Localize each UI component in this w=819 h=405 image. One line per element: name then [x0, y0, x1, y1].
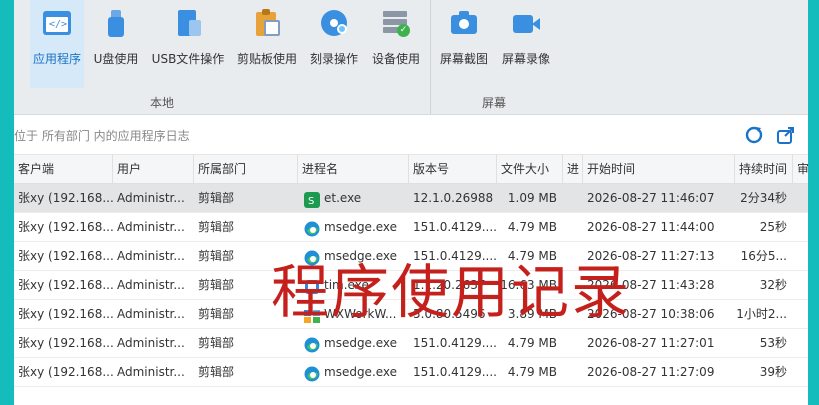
cell-client: 张xy (192.168....: [18, 220, 113, 234]
ribbon-button-usb-file[interactable]: USB文件操作: [148, 0, 228, 88]
cell-start-time: 2026-08-27 11:27:09: [587, 365, 715, 379]
refresh-icon[interactable]: [744, 125, 764, 145]
cell-department: 剪辑部: [198, 336, 235, 350]
table-row[interactable]: 张xy (192.168.... Administr... 剪辑部 msedge.ex…: [14, 329, 808, 358]
table-row[interactable]: 张xy (192.168.... Administr... 剪辑部 Set.exe 12…: [14, 184, 808, 213]
column-header-file-size[interactable]: 文件大小: [497, 155, 563, 184]
ribbon-button-label: 剪贴板使用: [236, 52, 297, 66]
process-name: msedge.exe: [324, 220, 398, 234]
column-header-department[interactable]: 所属部门: [194, 155, 298, 184]
cell-start-time: 2026-08-27 11:46:07: [587, 191, 715, 205]
column-header-truncated[interactable]: 进: [563, 155, 583, 184]
overlay-caption: 程序使用记录: [271, 258, 632, 326]
video-camera-icon: [511, 8, 541, 38]
cell-process: msedge.exe: [298, 329, 409, 358]
svg-text:S: S: [308, 196, 314, 207]
cell-duration: 16分5...: [740, 249, 787, 263]
ribbon-button-label: 屏幕截图: [439, 52, 488, 66]
column-header-process[interactable]: 进程名: [298, 155, 409, 184]
cell-department: 剪辑部: [198, 365, 235, 379]
ribbon-button-label: 屏幕录像: [501, 52, 550, 66]
cell-process: msedge.exe: [298, 213, 409, 242]
ribbon-button-clipboard[interactable]: 剪贴板使用: [234, 0, 300, 88]
cell-client: 张xy (192.168....: [18, 365, 113, 379]
cell-duration: 2分34秒: [740, 191, 787, 205]
ribbon-button-label: U盘使用: [93, 52, 139, 66]
disc-burn-icon: [319, 8, 349, 38]
process-name: msedge.exe: [324, 365, 398, 379]
column-header-user[interactable]: 用户: [113, 155, 194, 184]
group-label-local: 本地: [150, 96, 175, 110]
ribbon-button-label: 刻录操作: [309, 52, 358, 66]
cell-duration: 39秒: [759, 365, 787, 379]
cell-process: Set.exe: [298, 184, 409, 213]
cell-client: 张xy (192.168....: [18, 307, 113, 321]
clipboard-icon: [252, 8, 282, 38]
ribbon-toolbar: </> 应用程序 U盘使用 USB文件操作 剪贴板使用 刻录操作 ✓ 设备使用 …: [14, 0, 808, 115]
cell-user: Administr...: [117, 278, 185, 292]
group-separator: [430, 0, 431, 114]
cell-user: Administr...: [117, 365, 185, 379]
cell-file-size: 4.79 MB: [507, 365, 557, 379]
cell-file-size: 4.79 MB: [507, 220, 557, 234]
column-header-client[interactable]: 客户端: [14, 155, 113, 184]
cell-start-time: 2026-08-27 11:27:01: [587, 336, 715, 350]
group-label-screen: 屏幕: [482, 96, 507, 110]
ribbon-button-applications[interactable]: </> 应用程序: [30, 0, 84, 88]
cell-version: 12.1.0.26988: [413, 191, 494, 205]
app-window: </> 应用程序 U盘使用 USB文件操作 剪贴板使用 刻录操作 ✓ 设备使用 …: [14, 0, 808, 405]
ribbon-button-screenshot[interactable]: 屏幕截图: [438, 0, 490, 88]
column-header-version[interactable]: 版本号: [409, 155, 497, 184]
code-window-icon: </>: [42, 8, 72, 38]
cell-file-size: 4.79 MB: [507, 336, 557, 350]
cell-file-size: 1.09 MB: [507, 191, 557, 205]
cell-duration: 1小时2...: [736, 307, 787, 321]
breadcrumb: 位于 所有部门 内的应用程序日志: [14, 129, 190, 143]
ribbon-button-label: 应用程序: [32, 52, 81, 66]
ribbon-button-disc-burn[interactable]: 刻录操作: [306, 0, 362, 88]
ribbon-button-label: 设备使用: [371, 52, 420, 66]
column-header-start-time[interactable]: 开始时间: [583, 155, 735, 184]
cell-process: msedge.exe: [298, 358, 409, 387]
cell-user: Administr...: [117, 249, 185, 263]
process-name: msedge.exe: [324, 336, 398, 350]
process-name: et.exe: [324, 191, 362, 205]
edge-icon: [304, 219, 320, 237]
cell-user: Administr...: [117, 191, 185, 205]
wps-sheet-icon: S: [304, 190, 320, 208]
ribbon-button-screen-record[interactable]: 屏幕录像: [498, 0, 554, 88]
column-header-audit[interactable]: 审: [793, 155, 808, 184]
cell-version: 151.0.4129....: [413, 336, 497, 350]
cell-duration: 25秒: [759, 220, 787, 234]
cell-client: 张xy (192.168....: [18, 278, 113, 292]
edge-icon: [304, 364, 320, 382]
breadcrumb-bar: 位于 所有部门 内的应用程序日志: [14, 115, 808, 155]
column-header-duration[interactable]: 持续时间: [735, 155, 793, 184]
edge-icon: [304, 335, 320, 353]
device-check-icon: ✓: [381, 8, 411, 38]
export-icon[interactable]: [776, 125, 796, 145]
cell-user: Administr...: [117, 307, 185, 321]
cell-start-time: 2026-08-27 11:44:00: [587, 220, 715, 234]
cell-version: 151.0.4129....: [413, 220, 497, 234]
ribbon-button-device[interactable]: ✓ 设备使用: [368, 0, 424, 88]
camera-icon: [449, 8, 479, 38]
cell-duration: 53秒: [759, 336, 787, 350]
usb-drive-icon: [101, 8, 131, 38]
table-header: 客户端 用户 所属部门 进程名 版本号 文件大小 进 开始时间 持续时间 审: [14, 155, 808, 184]
cell-version: 151.0.4129....: [413, 365, 497, 379]
table-row[interactable]: 张xy (192.168.... Administr... 剪辑部 msedge.ex…: [14, 358, 808, 387]
usb-file-icon: [173, 8, 203, 38]
cell-user: Administr...: [117, 336, 185, 350]
cell-department: 剪辑部: [198, 220, 235, 234]
cell-client: 张xy (192.168....: [18, 191, 113, 205]
ribbon-button-usb-drive[interactable]: U盘使用: [90, 0, 142, 88]
cell-client: 张xy (192.168....: [18, 249, 113, 263]
cell-client: 张xy (192.168....: [18, 336, 113, 350]
cell-user: Administr...: [117, 220, 185, 234]
table-row[interactable]: 张xy (192.168.... Administr... 剪辑部 msedge.ex…: [14, 213, 808, 242]
ribbon-button-label: USB文件操作: [151, 52, 225, 66]
cell-duration: 32秒: [759, 278, 787, 292]
cell-department: 剪辑部: [198, 191, 235, 205]
